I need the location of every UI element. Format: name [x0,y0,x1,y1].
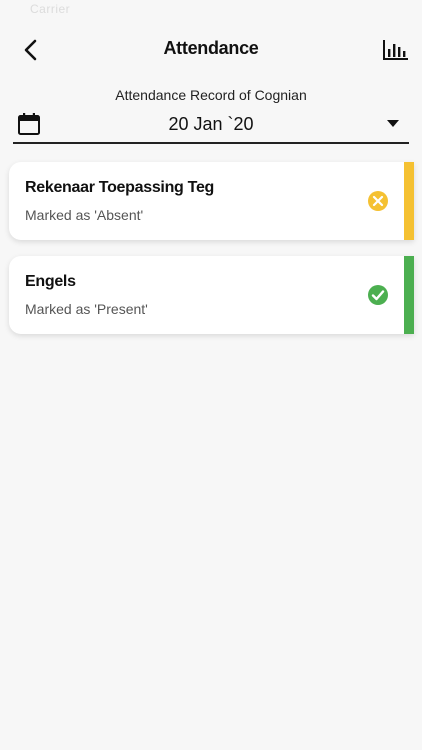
subject-name: Rekenaar Toepassing Teg [25,179,215,196]
status-stripe [404,162,414,240]
chart-button[interactable] [382,36,410,64]
date-value[interactable]: 20 Jan `20 [13,114,409,135]
date-picker[interactable]: 20 Jan `20 [13,108,409,144]
attendance-record-subtitle: Attendance Record of Cognian [115,87,307,103]
cancel-circle-icon [368,191,388,211]
subject-name: Engels [25,273,76,290]
status-carrier: Carrier [30,2,71,16]
status-stripe [404,256,414,334]
status-bar: Carrier [0,0,422,20]
check-circle-icon [368,285,388,305]
caret-down-icon[interactable] [387,120,399,128]
attendance-card[interactable]: Rekenaar Toepassing Teg Marked as 'Absen… [9,162,414,240]
page-title: Attendance [163,38,259,58]
attendance-status: Marked as 'Absent' [25,207,144,223]
attendance-status: Marked as 'Present' [25,301,148,317]
attendance-card[interactable]: Engels Marked as 'Present' [9,256,414,334]
bar-chart-icon [383,40,408,60]
header: Attendance [0,28,422,72]
